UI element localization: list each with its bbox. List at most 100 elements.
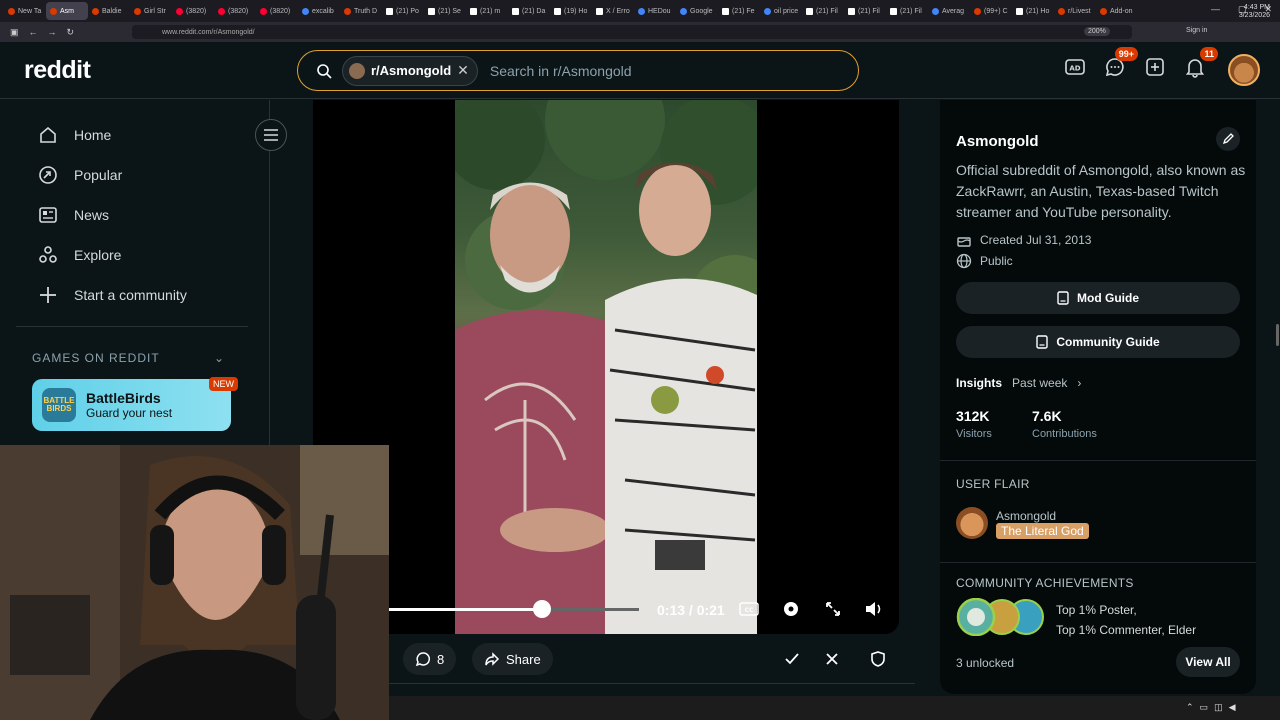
- sidebar-item-label: Home: [74, 127, 112, 143]
- games-heading[interactable]: GAMES ON REDDIT: [32, 351, 160, 365]
- chat-icon[interactable]: 99+: [1104, 47, 1138, 78]
- browser-tab[interactable]: (21) Se: [424, 2, 466, 20]
- browser-tab-label: X / Erro: [606, 7, 630, 15]
- sidebar-item-explore[interactable]: Explore: [38, 245, 121, 265]
- flair-tag[interactable]: The Literal God: [996, 523, 1089, 539]
- reload-icon[interactable]: ↻: [67, 27, 75, 38]
- approve-button[interactable]: [776, 643, 808, 675]
- subreddit-search-chip[interactable]: r/Asmongold ✕: [342, 55, 478, 86]
- google-icon: [764, 7, 771, 15]
- volume-icon[interactable]: [864, 600, 884, 618]
- address-bar[interactable]: www.reddit.com/r/Asmongold/: [132, 25, 1132, 39]
- edit-community-button[interactable]: [1216, 127, 1240, 151]
- browser-tab[interactable]: (3820): [214, 2, 256, 20]
- browser-tab[interactable]: Truth D: [340, 2, 382, 20]
- browser-tab[interactable]: (21) m: [466, 2, 508, 20]
- cake-icon: [957, 237, 971, 247]
- video-frame-image: [455, 100, 757, 634]
- speaker-icon[interactable]: ◀: [1229, 702, 1236, 713]
- mod-guide-button[interactable]: Mod Guide: [956, 282, 1240, 314]
- community-guide-button[interactable]: Community Guide: [956, 326, 1240, 358]
- video-scrubber[interactable]: [532, 600, 551, 618]
- browser-tab[interactable]: excalib: [298, 2, 340, 20]
- youtube-icon: [176, 7, 183, 15]
- remove-button[interactable]: [816, 643, 848, 675]
- video-player[interactable]: [313, 100, 899, 634]
- collapse-sidebar-button[interactable]: [255, 119, 287, 151]
- browser-tab[interactable]: (21) Fil: [844, 2, 886, 20]
- search-bar[interactable]: r/Asmongold ✕: [297, 50, 859, 91]
- page-scrollbar[interactable]: [1276, 324, 1279, 346]
- browser-tab-label: (21) Fil: [858, 7, 880, 15]
- browser-tab[interactable]: X / Erro: [592, 2, 634, 20]
- browser-tab-label: (21) Fil: [900, 7, 922, 15]
- sidebar-item-home[interactable]: Home: [38, 125, 111, 145]
- browser-tab[interactable]: (3820): [256, 2, 298, 20]
- comment-count: 8: [437, 651, 445, 667]
- back-icon[interactable]: ←: [29, 27, 38, 38]
- browser-tab[interactable]: (3820): [172, 2, 214, 20]
- fullscreen-icon[interactable]: [823, 600, 843, 618]
- network-icon[interactable]: ◫: [1214, 702, 1223, 713]
- browser-tab[interactable]: Baldie: [88, 2, 130, 20]
- home-icon: [40, 126, 56, 143]
- sidebar-item-popular[interactable]: Popular: [38, 165, 122, 185]
- sidebar-toggle-icon[interactable]: ▣: [10, 27, 19, 38]
- flair-username: Asmongold: [996, 509, 1057, 523]
- settings-gear-icon[interactable]: [781, 600, 801, 618]
- comment-icon: [415, 652, 431, 667]
- ads-icon[interactable]: AD: [1064, 56, 1086, 78]
- clock[interactable]: 4:43 PM 3/23/2026: [1239, 4, 1270, 20]
- checkmark-icon: [785, 653, 799, 665]
- browser-sign-in[interactable]: Sign in: [1186, 27, 1207, 34]
- browser-tab[interactable]: Girl Str: [130, 2, 172, 20]
- monitor-icon[interactable]: ▭: [1200, 702, 1209, 713]
- view-all-button[interactable]: View All: [1176, 647, 1240, 677]
- achievement-line-2: Top 1% Commenter, Elder: [1056, 623, 1197, 637]
- forward-icon[interactable]: →: [48, 27, 57, 38]
- create-post-icon[interactable]: [1144, 56, 1166, 78]
- user-avatar[interactable]: [1228, 54, 1260, 86]
- share-button[interactable]: Share: [472, 643, 553, 675]
- browser-tab[interactable]: (21) Po: [382, 2, 424, 20]
- browser-tab[interactable]: Averag: [928, 2, 970, 20]
- notification-bell-icon[interactable]: 11: [1184, 47, 1218, 78]
- captions-icon[interactable]: CC: [739, 600, 759, 618]
- browser-tab-label: Asm: [60, 7, 74, 15]
- browser-tab[interactable]: HEDou: [634, 2, 676, 20]
- chevron-down-icon[interactable]: ⌄: [214, 351, 224, 365]
- search-input[interactable]: [489, 62, 790, 79]
- browser-tab-label: oil price: [774, 7, 799, 15]
- comments-button[interactable]: 8: [403, 643, 457, 675]
- browser-tab[interactable]: (21) Da: [508, 2, 550, 20]
- mod-shield-button[interactable]: [862, 643, 894, 675]
- share-label: Share: [506, 651, 541, 667]
- browser-tab[interactable]: Asm: [46, 2, 88, 20]
- browser-tab[interactable]: Add-on: [1096, 2, 1138, 20]
- browser-tab[interactable]: (99+) C: [970, 2, 1012, 20]
- globe-icon: [638, 7, 645, 15]
- chevron-up-icon[interactable]: ⌃: [1186, 702, 1194, 713]
- browser-tab[interactable]: (21) Fil: [886, 2, 928, 20]
- reddit-logo[interactable]: reddit: [24, 56, 91, 85]
- browser-tab[interactable]: oil price: [760, 2, 802, 20]
- achievements-heading: COMMUNITY ACHIEVEMENTS: [956, 576, 1134, 590]
- browser-tab[interactable]: (21) Fil: [802, 2, 844, 20]
- browser-tab[interactable]: r/Livest: [1054, 2, 1096, 20]
- x-icon: [722, 7, 729, 15]
- browser-tab[interactable]: Google: [676, 2, 718, 20]
- browser-tab[interactable]: (21) Ho: [1012, 2, 1054, 20]
- browser-tab[interactable]: New Ta: [4, 2, 46, 20]
- youtube-icon: [218, 7, 225, 15]
- sidebar-item-start-community[interactable]: Start a community: [38, 285, 187, 305]
- game-card-battlebirds[interactable]: BATTLE BIRDS BattleBirds Guard your nest: [32, 379, 231, 431]
- system-tray-icons[interactable]: ⌃ ▭ ◫ ◀: [1186, 702, 1236, 713]
- achievement-badges-icon[interactable]: [956, 598, 1046, 636]
- zoom-indicator[interactable]: 200%: [1084, 27, 1110, 36]
- browser-tab[interactable]: (19) Ho: [550, 2, 592, 20]
- minimize-icon[interactable]: —: [1211, 4, 1220, 15]
- sidebar-item-news[interactable]: News: [38, 205, 109, 225]
- chip-close-icon[interactable]: ✕: [457, 62, 469, 79]
- browser-tab[interactable]: (21) Fe: [718, 2, 760, 20]
- insights-row[interactable]: Insights Past week ›: [956, 376, 1081, 390]
